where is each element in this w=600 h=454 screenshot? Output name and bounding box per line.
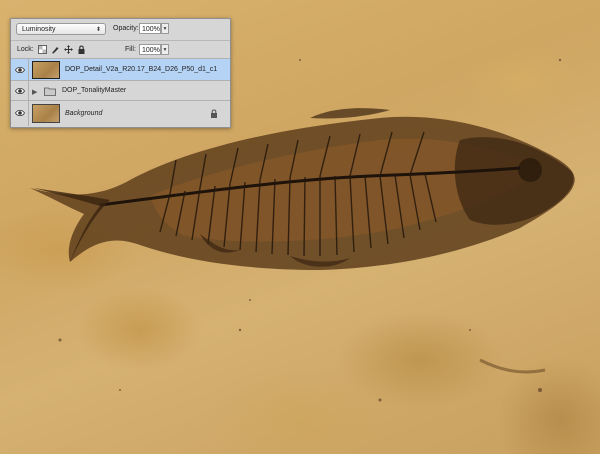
padlock-icon	[211, 109, 217, 118]
layer-row-dop-detail[interactable]: DOP_Detail_V2a_R20.17_B24_D26_P50_d1_c1	[11, 58, 230, 80]
eye-visibility-icon[interactable]	[15, 109, 25, 117]
expand-triangle-icon[interactable]: ▶	[32, 88, 37, 96]
opacity-label: Opacity:	[113, 25, 139, 32]
divider	[28, 101, 29, 126]
lock-transparent-pixels-icon[interactable]	[38, 45, 47, 54]
folder-icon	[44, 87, 56, 96]
blend-mode-dropdown[interactable]: Luminosity ⬍	[16, 23, 106, 35]
layers-panel: Luminosity ⬍ Opacity: 100% ▼ Lock: Fill:…	[10, 18, 231, 128]
updown-arrows-icon: ⬍	[95, 27, 101, 33]
eye-visibility-icon[interactable]	[15, 87, 25, 95]
layer-name: DOP_Detail_V2a_R20.17_B24_D26_P50_d1_c1	[65, 66, 218, 73]
opacity-dropdown-arrow-icon[interactable]: ▼	[161, 23, 169, 34]
fill-label: Fill:	[125, 46, 136, 53]
layer-name: DOP_TonalityMaster	[62, 87, 127, 94]
layer-row-tonality-master-group[interactable]: ▶ DOP_TonalityMaster	[11, 80, 230, 100]
fill-field[interactable]: 100%	[139, 44, 161, 55]
blend-opacity-row: Luminosity ⬍ Opacity: 100% ▼	[11, 19, 230, 39]
layer-row-background[interactable]: Background	[11, 100, 230, 126]
lock-position-move-icon[interactable]	[64, 45, 73, 54]
lock-image-pixels-brush-icon[interactable]	[51, 45, 60, 54]
fill-dropdown-arrow-icon[interactable]: ▼	[161, 44, 169, 55]
eye-visibility-icon[interactable]	[15, 66, 25, 74]
divider	[28, 59, 29, 80]
lock-label: Lock:	[17, 46, 34, 53]
lock-all-padlock-icon[interactable]	[77, 45, 86, 54]
divider	[28, 81, 29, 100]
layer-thumbnail	[32, 104, 60, 123]
lock-fill-row: Lock: Fill: 100% ▼	[11, 40, 230, 59]
opacity-field[interactable]: 100%	[139, 23, 161, 34]
layer-name: Background	[65, 110, 103, 117]
blend-mode-value: Luminosity	[22, 26, 56, 33]
layer-thumbnail	[32, 61, 60, 79]
